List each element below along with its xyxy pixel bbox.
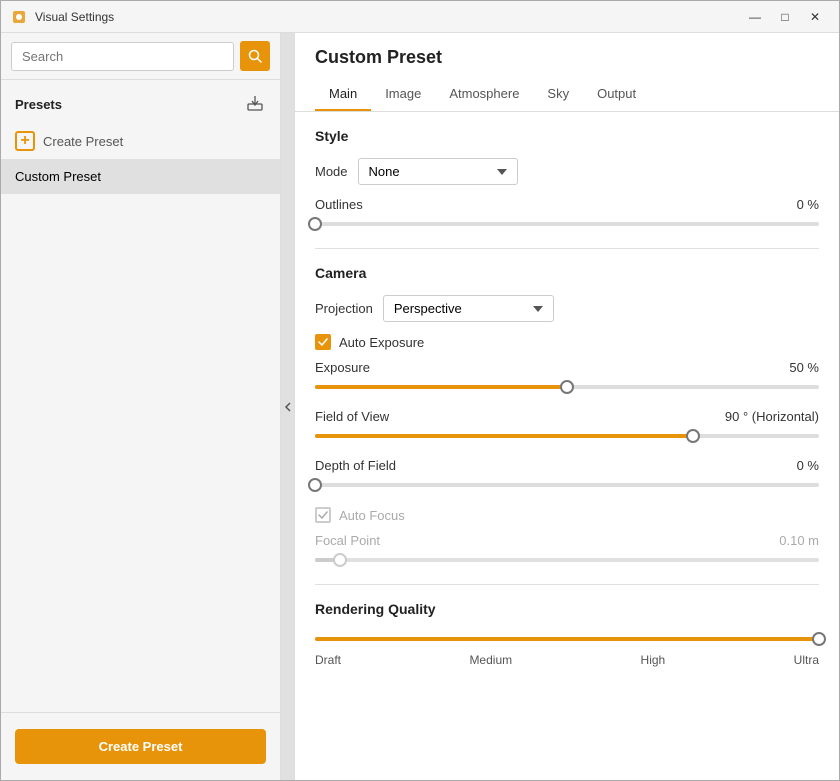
custom-preset-item[interactable]: Custom Preset [1, 159, 280, 194]
fov-row: Field of View 90 ° (Horizontal) [315, 409, 819, 444]
tabs: Main Image Atmosphere Sky Output [315, 78, 819, 111]
outlines-label: Outlines [315, 197, 363, 212]
sidebar-bottom: Create Preset [1, 712, 280, 780]
presets-header: Presets [1, 80, 280, 123]
search-bar [1, 33, 280, 80]
title-bar: Visual Settings — □ ✕ [1, 1, 839, 33]
focal-point-slider [315, 552, 819, 568]
auto-focus-label: Auto Focus [339, 508, 405, 523]
export-button[interactable] [244, 92, 266, 117]
outlines-value: 0 % [797, 197, 819, 212]
camera-section-title: Camera [315, 265, 819, 281]
close-button[interactable]: ✕ [801, 3, 829, 31]
quality-draft: Draft [315, 653, 341, 667]
sidebar: Presets + Create Preset Custom Preset [1, 33, 281, 780]
dof-row: Depth of Field 0 % [315, 458, 819, 493]
outlines-row: Outlines 0 % [315, 197, 819, 232]
create-preset-item[interactable]: + Create Preset [1, 123, 280, 159]
quality-labels: Draft Medium High Ultra [315, 653, 819, 667]
tab-image[interactable]: Image [371, 78, 435, 111]
tab-output[interactable]: Output [583, 78, 650, 111]
dof-value: 0 % [797, 458, 819, 473]
tab-atmosphere[interactable]: Atmosphere [435, 78, 533, 111]
dof-slider[interactable] [315, 477, 819, 493]
projection-label: Projection [315, 301, 373, 316]
auto-focus-checkbox[interactable] [315, 507, 331, 523]
projection-select[interactable]: Perspective Orthographic Two Point Persp… [383, 295, 554, 322]
presets-title: Presets [15, 97, 62, 112]
content-title: Custom Preset [315, 47, 819, 68]
exposure-slider[interactable] [315, 379, 819, 395]
create-preset-bottom-button[interactable]: Create Preset [15, 729, 266, 764]
auto-exposure-row: Auto Exposure [315, 334, 819, 350]
quality-ultra: Ultra [794, 653, 819, 667]
mode-row: Mode None Wireframe Sketch [315, 158, 819, 185]
content-header: Custom Preset Main Image Atmosphere Sky … [295, 33, 839, 112]
mode-label: Mode [315, 164, 348, 179]
search-button[interactable] [240, 41, 270, 71]
focal-point-value: 0.10 m [779, 533, 819, 548]
exposure-value: 50 % [789, 360, 819, 375]
create-preset-label: Create Preset [43, 134, 123, 149]
collapse-tab[interactable] [281, 33, 295, 780]
projection-row: Projection Perspective Orthographic Two … [315, 295, 819, 322]
focal-point-label: Focal Point [315, 533, 380, 548]
content-area: Custom Preset Main Image Atmosphere Sky … [295, 33, 839, 780]
auto-exposure-checkbox[interactable] [315, 334, 331, 350]
outlines-slider[interactable] [315, 216, 819, 232]
quality-medium: Medium [469, 653, 512, 667]
auto-exposure-label: Auto Exposure [339, 335, 424, 350]
auto-focus-row: Auto Focus [315, 507, 819, 523]
rendering-quality-slider[interactable] [315, 631, 819, 647]
minimize-button[interactable]: — [741, 3, 769, 31]
exposure-row: Exposure 50 % [315, 360, 819, 395]
fov-slider[interactable] [315, 428, 819, 444]
main-window: Visual Settings — □ ✕ Presets [0, 0, 840, 781]
fov-label: Field of View [315, 409, 389, 424]
tab-main[interactable]: Main [315, 78, 371, 111]
window-controls: — □ ✕ [741, 3, 829, 31]
maximize-button[interactable]: □ [771, 3, 799, 31]
dof-label: Depth of Field [315, 458, 396, 473]
rendering-quality-title: Rendering Quality [315, 601, 819, 617]
search-input[interactable] [11, 42, 234, 71]
custom-preset-label: Custom Preset [15, 169, 101, 184]
window-title: Visual Settings [35, 10, 741, 24]
exposure-label: Exposure [315, 360, 370, 375]
content-body: Style Mode None Wireframe Sketch Outline… [295, 112, 839, 780]
main-layout: Presets + Create Preset Custom Preset [1, 33, 839, 780]
fov-value: 90 ° (Horizontal) [725, 409, 819, 424]
mode-select[interactable]: None Wireframe Sketch [358, 158, 518, 185]
quality-high: High [641, 653, 666, 667]
plus-icon: + [15, 131, 35, 151]
sidebar-items: + Create Preset Custom Preset [1, 123, 280, 712]
tab-sky[interactable]: Sky [533, 78, 583, 111]
app-icon [11, 9, 27, 25]
focal-point-row: Focal Point 0.10 m [315, 533, 819, 568]
style-section-title: Style [315, 128, 819, 144]
